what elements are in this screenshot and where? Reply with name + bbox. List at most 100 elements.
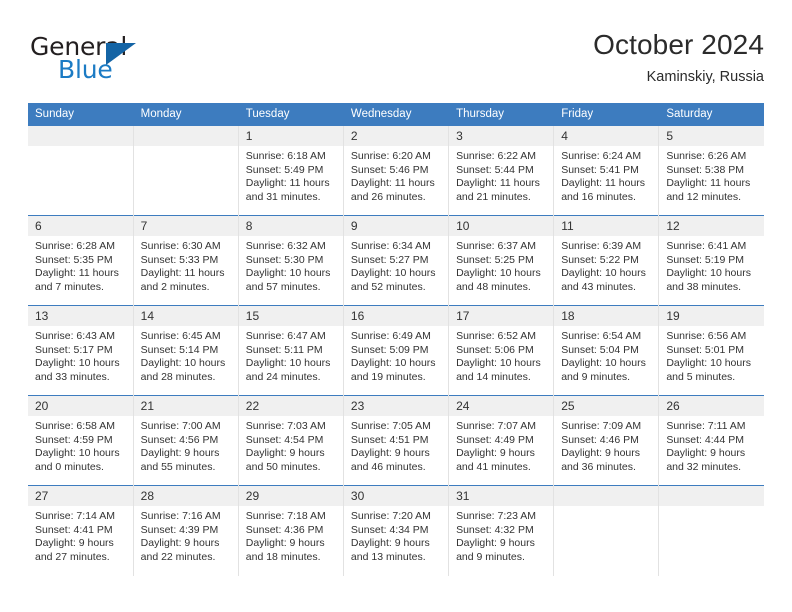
calendar-day-cell[interactable]: 21 Sunrise: 7:00 AM Sunset: 4:56 PM Dayligh…: [133, 395, 239, 486]
sunset-text: Sunset: 5:46 PM: [350, 163, 429, 176]
calendar-day-cell[interactable]: 29 Sunrise: 7:18 AM Sunset: 4:36 PM Dayligh…: [238, 485, 344, 576]
day-details: Sunrise: 6:43 AM Sunset: 5:17 PM Daylight:…: [28, 326, 133, 384]
sunset-text: Sunset: 5:14 PM: [140, 343, 219, 356]
calendar-day-cell[interactable]: 17 Sunrise: 6:52 AM Sunset: 5:06 PM Dayligh…: [448, 305, 555, 396]
daylight-text: Daylight: 11 hours and 16 minutes.: [561, 177, 646, 203]
day-number: 15: [238, 306, 343, 326]
calendar-day-cell[interactable]: 28 Sunrise: 7:16 AM Sunset: 4:39 PM Dayligh…: [133, 485, 239, 576]
day-number: [133, 126, 238, 146]
calendar-day-cell[interactable]: 1 Sunrise: 6:18 AM Sunset: 5:49 PM Daylight…: [238, 125, 344, 216]
sunrise-text: Sunrise: 6:54 AM: [561, 330, 642, 342]
daylight-text: Daylight: 9 hours and 36 minutes.: [561, 447, 640, 473]
sunrise-text: Sunrise: 7:18 AM: [245, 510, 326, 522]
calendar-day-cell[interactable]: 20 Sunrise: 6:58 AM Sunset: 4:59 PM Dayligh…: [28, 395, 134, 486]
calendar-day-cell[interactable]: 24 Sunrise: 7:07 AM Sunset: 4:49 PM Dayligh…: [448, 395, 555, 486]
title-block: October 2024 Kaminskiy, Russia: [593, 28, 764, 88]
calendar-day-cell[interactable]: 27 Sunrise: 7:14 AM Sunset: 4:41 PM Dayligh…: [28, 485, 134, 576]
day-details: Sunrise: 6:32 AM Sunset: 5:30 PM Daylight:…: [239, 236, 343, 294]
calendar-day-cell[interactable]: 10 Sunrise: 6:37 AM Sunset: 5:25 PM Dayligh…: [448, 215, 555, 306]
calendar-day-cell[interactable]: 30 Sunrise: 7:20 AM Sunset: 4:34 PM Dayligh…: [343, 485, 450, 576]
sunrise-text: Sunrise: 6:56 AM: [666, 330, 747, 342]
calendar-day-cell[interactable]: 22 Sunrise: 7:03 AM Sunset: 4:54 PM Dayligh…: [238, 395, 344, 486]
day-number: 26: [659, 396, 764, 416]
day-number: 3: [449, 126, 554, 146]
day-details: Sunrise: 6:49 AM Sunset: 5:09 PM Daylight:…: [344, 326, 448, 384]
daylight-text: Daylight: 10 hours and 24 minutes.: [245, 357, 331, 383]
calendar-day-cell[interactable]: 18 Sunrise: 6:54 AM Sunset: 5:04 PM Dayligh…: [553, 305, 660, 396]
day-details: Sunrise: 6:30 AM Sunset: 5:33 PM Daylight:…: [134, 236, 238, 294]
calendar-page: General Blue October 2024 Kaminskiy, Rus…: [0, 0, 792, 612]
sunset-text: Sunset: 5:11 PM: [245, 343, 323, 356]
daylight-text: Daylight: 11 hours and 2 minutes.: [140, 267, 225, 293]
sunset-text: Sunset: 5:44 PM: [456, 163, 534, 176]
daylight-text: Daylight: 10 hours and 52 minutes.: [350, 267, 436, 293]
day-number: 6: [28, 216, 133, 236]
sunrise-text: Sunrise: 6:32 AM: [245, 240, 326, 252]
calendar-day-cell[interactable]: 31 Sunrise: 7:23 AM Sunset: 4:32 PM Dayligh…: [448, 485, 555, 576]
sunrise-text: Sunrise: 6:30 AM: [140, 240, 221, 252]
day-details: Sunrise: 6:47 AM Sunset: 5:11 PM Daylight:…: [239, 326, 343, 384]
calendar-day-cell[interactable]: 19 Sunrise: 6:56 AM Sunset: 5:01 PM Dayligh…: [658, 305, 764, 396]
calendar-day-cell[interactable]: 11 Sunrise: 6:39 AM Sunset: 5:22 PM Dayligh…: [553, 215, 660, 306]
day-number: 12: [659, 216, 764, 236]
calendar-body: 1 Sunrise: 6:18 AM Sunset: 5:49 PM Daylight…: [28, 125, 764, 576]
calendar-day-cell[interactable]: 14 Sunrise: 6:45 AM Sunset: 5:14 PM Dayligh…: [133, 305, 239, 396]
sunset-text: Sunset: 5:35 PM: [35, 253, 113, 266]
day-details: Sunrise: 7:05 AM Sunset: 4:51 PM Daylight:…: [344, 416, 448, 474]
page-title: October 2024: [593, 29, 764, 60]
sunrise-text: Sunrise: 6:41 AM: [666, 240, 747, 252]
sunrise-text: Sunrise: 7:16 AM: [140, 510, 221, 522]
location-subtitle: Kaminskiy, Russia: [646, 69, 764, 85]
sunrise-text: Sunrise: 6:20 AM: [350, 150, 431, 162]
day-details: Sunrise: 6:24 AM Sunset: 5:41 PM Daylight:…: [554, 146, 658, 204]
calendar-day-cell[interactable]: 9 Sunrise: 6:34 AM Sunset: 5:27 PM Daylight…: [343, 215, 450, 306]
sunset-text: Sunset: 4:46 PM: [561, 433, 639, 446]
sunrise-text: Sunrise: 7:00 AM: [140, 420, 221, 432]
sunrise-text: Sunrise: 6:58 AM: [35, 420, 115, 432]
weekday-header-tuesday: Tuesday: [238, 103, 344, 126]
calendar-day-cell[interactable]: 13 Sunrise: 6:43 AM Sunset: 5:17 PM Dayligh…: [28, 305, 134, 396]
day-number: 4: [554, 126, 659, 146]
calendar-header-row: Sunday Monday Tuesday Wednesday Thursday…: [28, 103, 764, 126]
day-details: Sunrise: 6:28 AM Sunset: 5:35 PM Daylight:…: [28, 236, 133, 294]
day-number: 9: [343, 216, 449, 236]
weekday-header-sunday: Sunday: [28, 103, 134, 126]
daylight-text: Daylight: 9 hours and 55 minutes.: [140, 447, 220, 473]
day-number: 29: [238, 486, 343, 506]
day-number: [659, 486, 764, 506]
calendar-day-cell[interactable]: 25 Sunrise: 7:09 AM Sunset: 4:46 PM Dayligh…: [553, 395, 660, 486]
calendar-day-cell[interactable]: 16 Sunrise: 6:49 AM Sunset: 5:09 PM Dayligh…: [343, 305, 450, 396]
sunset-text: Sunset: 5:04 PM: [561, 343, 639, 356]
daylight-text: Daylight: 9 hours and 9 minutes.: [456, 537, 535, 563]
daylight-text: Daylight: 11 hours and 21 minutes.: [456, 177, 540, 203]
day-details: Sunrise: 6:20 AM Sunset: 5:46 PM Daylight:…: [344, 146, 448, 204]
day-details: Sunrise: 7:18 AM Sunset: 4:36 PM Daylight:…: [239, 506, 343, 564]
day-number: 28: [133, 486, 238, 506]
sunrise-text: Sunrise: 7:20 AM: [350, 510, 431, 522]
calendar-day-cell[interactable]: 23 Sunrise: 7:05 AM Sunset: 4:51 PM Dayligh…: [343, 395, 450, 486]
calendar-day-cell[interactable]: 26 Sunrise: 7:11 AM Sunset: 4:44 PM Dayligh…: [658, 395, 764, 486]
day-number: 16: [343, 306, 449, 326]
daylight-text: Daylight: 11 hours and 26 minutes.: [350, 177, 435, 203]
calendar-day-cell[interactable]: 15 Sunrise: 6:47 AM Sunset: 5:11 PM Dayligh…: [238, 305, 344, 396]
calendar-day-cell[interactable]: 6 Sunrise: 6:28 AM Sunset: 5:35 PM Daylight…: [28, 215, 134, 306]
sunset-text: Sunset: 5:41 PM: [561, 163, 639, 176]
general-blue-logo: General Blue: [28, 32, 268, 94]
day-details: Sunrise: 7:14 AM Sunset: 4:41 PM Daylight:…: [28, 506, 133, 564]
sunset-text: Sunset: 4:59 PM: [35, 433, 113, 446]
sunset-text: Sunset: 4:41 PM: [35, 523, 113, 536]
calendar-day-cell[interactable]: 12 Sunrise: 6:41 AM Sunset: 5:19 PM Dayligh…: [658, 215, 764, 306]
calendar-day-cell[interactable]: 3 Sunrise: 6:22 AM Sunset: 5:44 PM Daylight…: [448, 125, 555, 216]
daylight-text: Daylight: 10 hours and 9 minutes.: [561, 357, 646, 383]
day-details: Sunrise: 7:23 AM Sunset: 4:32 PM Daylight:…: [449, 506, 553, 564]
daylight-text: Daylight: 11 hours and 12 minutes.: [666, 177, 751, 203]
calendar-day-cell[interactable]: 5 Sunrise: 6:26 AM Sunset: 5:38 PM Daylight…: [658, 125, 764, 216]
calendar-day-cell[interactable]: 7 Sunrise: 6:30 AM Sunset: 5:33 PM Daylight…: [133, 215, 239, 306]
day-details: Sunrise: 6:54 AM Sunset: 5:04 PM Daylight:…: [554, 326, 658, 384]
calendar-day-cell[interactable]: 4 Sunrise: 6:24 AM Sunset: 5:41 PM Daylight…: [553, 125, 660, 216]
calendar-day-cell[interactable]: 2 Sunrise: 6:20 AM Sunset: 5:46 PM Daylight…: [343, 125, 450, 216]
day-number: 25: [554, 396, 659, 416]
calendar-day-cell[interactable]: 8 Sunrise: 6:32 AM Sunset: 5:30 PM Daylight…: [238, 215, 344, 306]
sunset-text: Sunset: 4:36 PM: [245, 523, 324, 536]
sunset-text: Sunset: 5:17 PM: [35, 343, 113, 356]
